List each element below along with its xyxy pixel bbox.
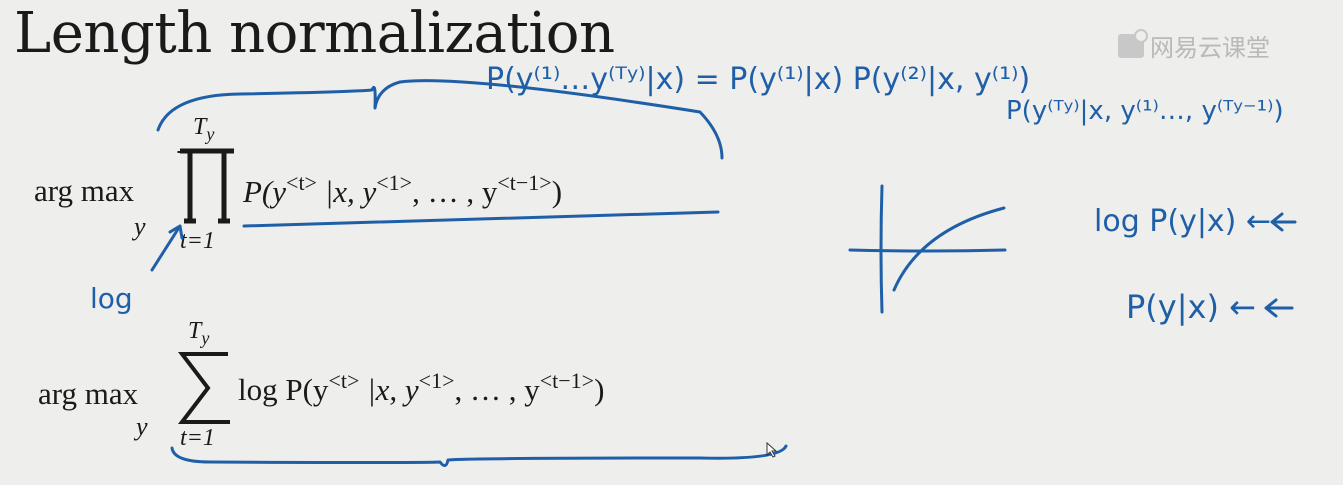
arrow-log-p — [1270, 212, 1297, 232]
lower-brace — [170, 444, 788, 467]
chain-rule-line-1: P(y⁽¹⁾…y⁽ᵀʸ⁾|x) = P(y⁽¹⁾|x) P(y⁽²⁾|x, y⁽… — [486, 62, 1031, 97]
log-arrow — [150, 224, 184, 272]
log-p-label: log P(y|x) ← — [1094, 204, 1272, 239]
p-label: P(y|x) ← — [1126, 288, 1256, 326]
mouse-cursor-icon — [766, 442, 778, 458]
arrow-p — [1264, 298, 1294, 318]
graph-horizontal-axis — [848, 248, 1007, 253]
chain-rule-line-2: P(y⁽ᵀʸ⁾|x, y⁽¹⁾…, y⁽ᵀʸ⁻¹⁾) — [1006, 96, 1284, 126]
log-note: log — [90, 282, 133, 315]
graph-vertical-axis — [879, 184, 884, 314]
product-underline — [242, 210, 720, 228]
